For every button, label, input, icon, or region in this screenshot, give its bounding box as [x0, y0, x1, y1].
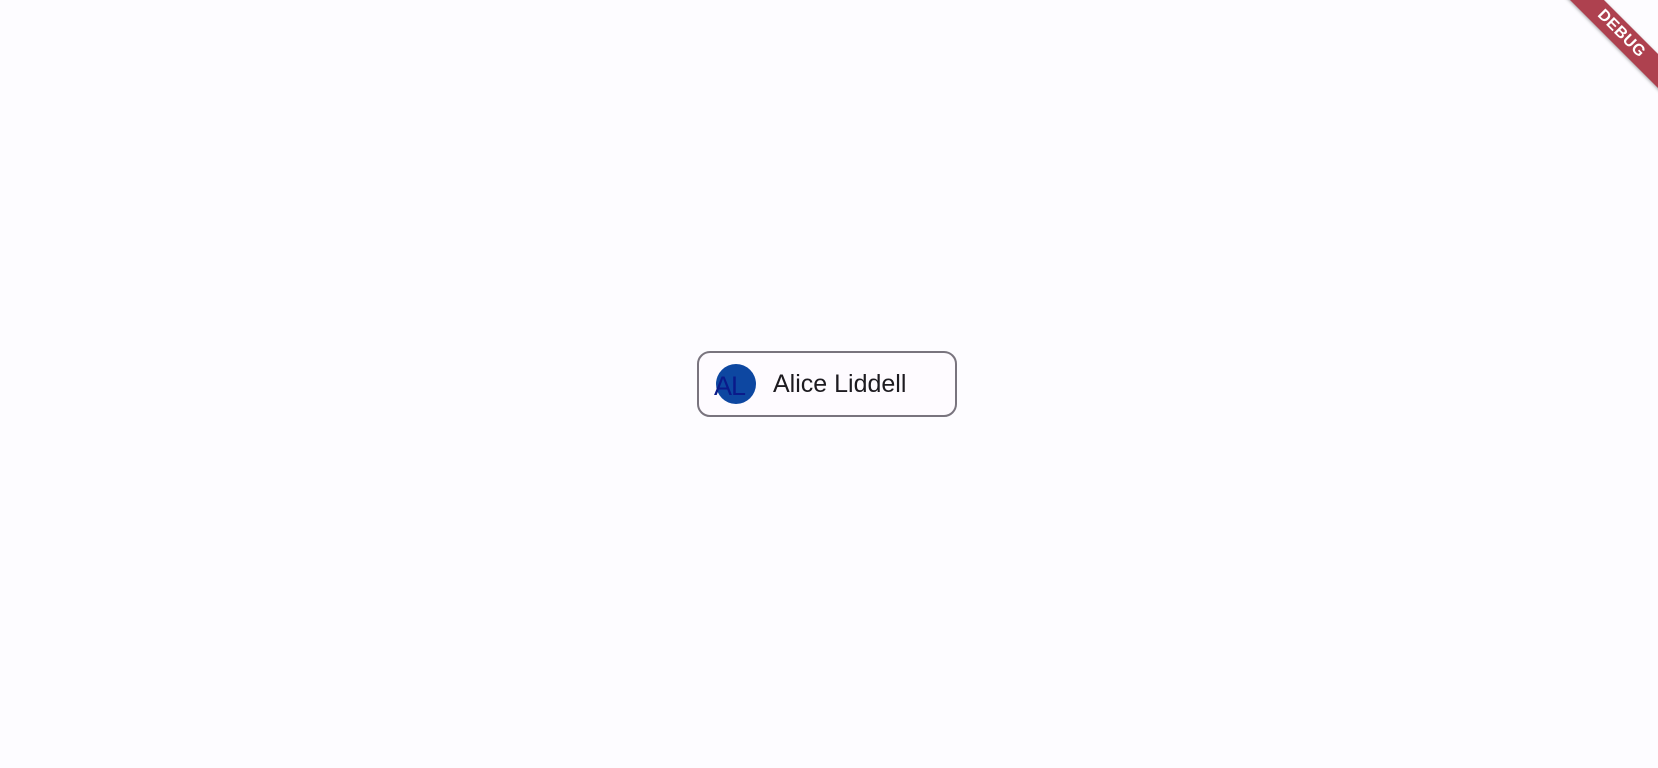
user-chip[interactable]: AL Alice Liddell [697, 351, 957, 417]
avatar: AL [714, 364, 756, 404]
chip-label: Alice Liddell [773, 369, 907, 398]
debug-banner: DEBUG [1558, 0, 1658, 100]
app-canvas: AL Alice Liddell DEBUG [0, 0, 1658, 768]
avatar-initials: AL [714, 371, 746, 401]
debug-banner-label: DEBUG [1559, 0, 1658, 96]
